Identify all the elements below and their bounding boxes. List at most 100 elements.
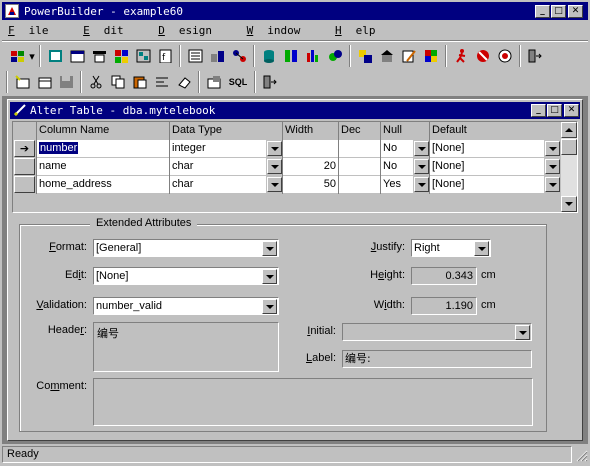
run-button[interactable]: [450, 45, 472, 67]
menu-painter-button[interactable]: [88, 45, 110, 67]
default-dropdown[interactable]: [545, 177, 560, 192]
width-input[interactable]: 1.190: [411, 297, 477, 315]
table-row[interactable]: ➔ number integer No [None]: [13, 140, 561, 158]
new-menu-button[interactable]: [6, 45, 28, 67]
menu-file[interactable]: File: [8, 24, 63, 37]
exit-button[interactable]: [524, 45, 546, 67]
copy-button[interactable]: [107, 71, 129, 93]
query-button[interactable]: [302, 45, 324, 67]
function-button[interactable]: f: [154, 45, 176, 67]
copy-icon: [111, 75, 124, 89]
dec-cell[interactable]: [339, 176, 380, 193]
paste-button[interactable]: [129, 71, 151, 93]
initial-select[interactable]: [342, 323, 532, 341]
scroll-thumb[interactable]: [561, 139, 577, 155]
data-type-cell[interactable]: char: [170, 176, 266, 193]
null-dropdown[interactable]: [414, 177, 429, 192]
row-selector[interactable]: [14, 176, 35, 193]
child-title-bar[interactable]: Alter Table - dba.mytelebook _ □ ✕: [10, 102, 580, 119]
minimize-button[interactable]: _: [535, 5, 550, 18]
column-name-cell[interactable]: number: [37, 140, 169, 157]
label-input[interactable]: 编号:: [342, 350, 532, 368]
null-cell[interactable]: Yes: [381, 176, 413, 193]
table-row[interactable]: home_address char 50 Yes [None]: [13, 176, 561, 194]
format-dropdown[interactable]: [262, 241, 277, 256]
database-button[interactable]: [258, 45, 280, 67]
data-type-cell[interactable]: integer: [170, 140, 266, 157]
width-cell[interactable]: [283, 140, 338, 157]
datawindow-button[interactable]: [110, 45, 132, 67]
object-button[interactable]: [324, 45, 346, 67]
format-select[interactable]: [General]: [93, 239, 279, 257]
null-cell[interactable]: No: [381, 140, 413, 157]
justify-dropdown[interactable]: [474, 241, 489, 256]
database-profile-button[interactable]: [206, 45, 228, 67]
data-manipulation-button[interactable]: [280, 45, 302, 67]
pipeline-button[interactable]: [228, 45, 250, 67]
child-maximize-button[interactable]: □: [547, 104, 562, 117]
data-type-dropdown[interactable]: [267, 141, 282, 156]
app-title-bar[interactable]: PowerBuilder - example60 _ □ ✕: [2, 2, 588, 20]
edit-select[interactable]: [None]: [93, 267, 279, 285]
debug-button[interactable]: [472, 45, 494, 67]
project-button[interactable]: [376, 45, 398, 67]
new-table-button[interactable]: [11, 71, 33, 93]
dropdown-arrow[interactable]: ▾: [28, 45, 36, 67]
dec-cell[interactable]: [339, 140, 380, 157]
browser-button[interactable]: [420, 45, 442, 67]
properties-button[interactable]: [203, 71, 225, 93]
resize-grip[interactable]: [574, 448, 588, 462]
row-selector-current[interactable]: ➔: [14, 140, 35, 157]
row-selector[interactable]: [14, 158, 35, 175]
validation-dropdown[interactable]: [262, 299, 277, 314]
window-button[interactable]: [66, 45, 88, 67]
column-name-cell[interactable]: home_address: [37, 176, 169, 193]
child-minimize-button[interactable]: _: [531, 104, 546, 117]
child-close-button[interactable]: ✕: [564, 104, 579, 117]
scroll-up-arrow[interactable]: [561, 122, 577, 138]
save-button[interactable]: [55, 71, 77, 93]
data-type-dropdown[interactable]: [267, 177, 282, 192]
null-dropdown[interactable]: [414, 159, 429, 174]
scroll-down-arrow[interactable]: [561, 196, 577, 212]
default-dropdown[interactable]: [545, 141, 560, 156]
menu-help[interactable]: Help: [335, 24, 390, 37]
width-cell[interactable]: 20: [283, 158, 338, 175]
menu-window[interactable]: Window: [247, 24, 315, 37]
comment-textarea[interactable]: [93, 378, 533, 426]
default-cell[interactable]: [None]: [430, 158, 544, 175]
edit-button[interactable]: [398, 45, 420, 67]
height-input[interactable]: 0.343: [411, 267, 477, 285]
null-dropdown[interactable]: [414, 141, 429, 156]
column-name-cell[interactable]: name: [37, 158, 169, 175]
cut-button[interactable]: [85, 71, 107, 93]
delete-column-button[interactable]: [173, 71, 195, 93]
width-cell[interactable]: 50: [283, 176, 338, 193]
grid-vertical-scrollbar[interactable]: [561, 122, 577, 212]
help-button[interactable]: [494, 45, 516, 67]
insert-column-button[interactable]: [151, 71, 173, 93]
default-cell[interactable]: [None]: [430, 176, 544, 193]
table-row[interactable]: name char 20 No [None]: [13, 158, 561, 176]
close-table-button[interactable]: [259, 71, 281, 93]
default-dropdown[interactable]: [545, 159, 560, 174]
sql-button[interactable]: SQL: [225, 71, 251, 93]
default-cell[interactable]: [None]: [430, 140, 544, 157]
application-button[interactable]: [44, 45, 66, 67]
menu-design[interactable]: Design: [158, 24, 226, 37]
close-button[interactable]: ✕: [568, 5, 583, 18]
maximize-button[interactable]: □: [551, 5, 566, 18]
null-cell[interactable]: No: [381, 158, 413, 175]
initial-dropdown[interactable]: [515, 325, 530, 340]
validation-select[interactable]: number_valid: [93, 297, 279, 315]
structure-button[interactable]: [132, 45, 154, 67]
library-button[interactable]: [184, 45, 206, 67]
user-object-button[interactable]: [354, 45, 376, 67]
menu-edit[interactable]: Edit: [83, 24, 138, 37]
open-table-button[interactable]: [33, 71, 55, 93]
data-type-cell[interactable]: char: [170, 158, 266, 175]
data-type-dropdown[interactable]: [267, 159, 282, 174]
edit-dropdown[interactable]: [262, 269, 277, 284]
dec-cell[interactable]: [339, 158, 380, 175]
header-textarea[interactable]: 编号: [93, 322, 279, 372]
